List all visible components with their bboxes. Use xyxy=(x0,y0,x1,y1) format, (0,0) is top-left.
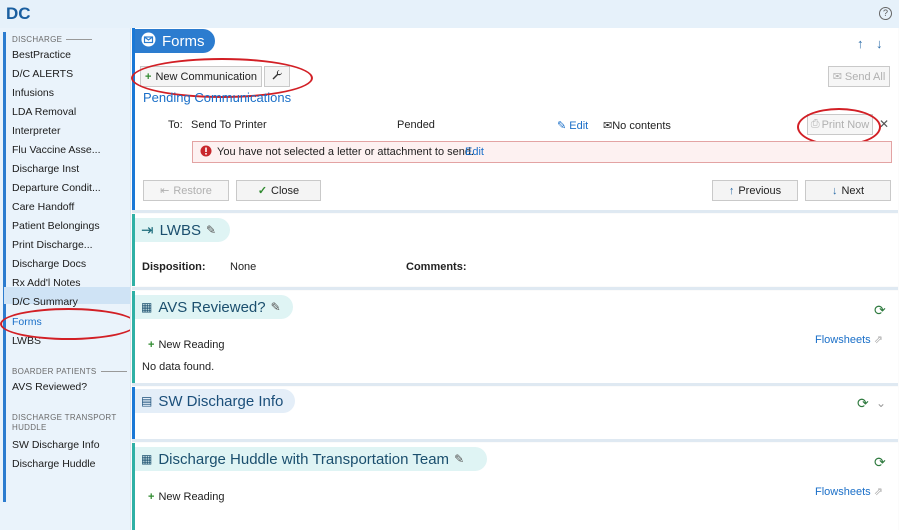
sidebar-group-transport: Discharge Transport Huddle xyxy=(12,413,117,432)
pencil-icon[interactable]: ✎ xyxy=(454,452,464,466)
error-icon xyxy=(200,145,212,160)
sidebar-item-dc-summary[interactable]: D/C Summary xyxy=(12,296,78,308)
flowsheet-icon: ▦ xyxy=(141,452,153,466)
comments-label: Comments: xyxy=(406,261,467,273)
sidebar-item-bestpractice[interactable]: BestPractice xyxy=(12,49,71,61)
external-link-icon: ⇗ xyxy=(873,486,883,498)
restore-icon: ⇤ xyxy=(160,185,170,197)
avs-header: ▦ AVS Reviewed? ✎ xyxy=(135,295,293,319)
refresh-icon[interactable]: ⟳ xyxy=(857,395,869,412)
next-button[interactable]: ↓ Next xyxy=(805,180,891,201)
top-bar xyxy=(0,0,899,28)
sidebar-item-discharge-inst[interactable]: Discharge Inst xyxy=(12,163,79,175)
sw-header: ▤ SW Discharge Info xyxy=(135,389,295,413)
huddle-title: Discharge Huddle with Transportation Tea… xyxy=(158,450,450,468)
form-icon: ▤ xyxy=(141,394,153,408)
pencil-icon[interactable]: ✎ xyxy=(271,300,281,314)
huddle-new-reading[interactable]: + New Reading xyxy=(148,491,224,503)
sidebar-item-print-discharge[interactable]: Print Discharge... xyxy=(12,239,93,251)
error-edit-link[interactable]: Edit xyxy=(465,146,484,158)
section-separator xyxy=(132,287,898,290)
collapse-icon[interactable]: ⌄ xyxy=(876,396,886,410)
sidebar-item-departure-condition[interactable]: Departure Condit... xyxy=(12,182,101,194)
sidebar-rail xyxy=(3,32,6,502)
flowsheet-icon: ▦ xyxy=(141,300,153,314)
send-icon: ✉ xyxy=(832,71,842,83)
avs-new-reading[interactable]: + New Reading xyxy=(148,339,224,351)
refresh-icon[interactable]: ⟳ xyxy=(874,454,886,471)
sidebar-item-care-handoff[interactable]: Care Handoff xyxy=(12,201,74,213)
communication-status: Pended xyxy=(397,119,435,131)
plus-icon: + xyxy=(148,339,155,351)
sidebar-item-lda-removal[interactable]: LDA Removal xyxy=(12,106,76,118)
annotation-oval-forms xyxy=(0,308,137,340)
envelope-icon xyxy=(141,32,156,51)
pencil-icon[interactable]: ✎ xyxy=(206,223,216,237)
huddle-flowsheets-link[interactable]: Flowsheets ⇗ xyxy=(815,485,883,498)
plus-icon: + xyxy=(148,491,155,503)
envelope-small-icon: ✉ xyxy=(603,120,613,132)
forms-title: Forms xyxy=(162,32,205,50)
sidebar-item-interpreter[interactable]: Interpreter xyxy=(12,125,60,137)
external-link-icon: ⇗ xyxy=(873,334,883,346)
sidebar-group-discharge: Discharge xyxy=(12,35,93,44)
help-icon[interactable]: ? xyxy=(879,7,892,20)
disposition-label: Disposition: xyxy=(142,261,206,273)
edit-link[interactable]: ✎ Edit xyxy=(557,119,588,132)
sidebar-item-sw-discharge-info[interactable]: SW Discharge Info xyxy=(12,439,100,451)
lwbs-title: LWBS xyxy=(159,221,201,239)
pencil-icon: ✎ xyxy=(557,120,567,132)
sidebar-item-discharge-docs[interactable]: Discharge Docs xyxy=(12,258,86,270)
section-separator xyxy=(132,210,898,213)
sidebar-item-dc-alerts[interactable]: D/C ALERTS xyxy=(12,68,73,80)
lwbs-section xyxy=(132,214,898,286)
lwbs-header: ⇥ LWBS ✎ xyxy=(135,218,230,242)
close-button[interactable]: ✓ Close xyxy=(236,180,321,201)
move-down-icon[interactable]: ↓ xyxy=(876,36,883,51)
move-up-icon[interactable]: ↑ xyxy=(857,36,864,51)
forms-header: Forms xyxy=(135,29,215,53)
avs-title: AVS Reviewed? xyxy=(158,298,266,316)
no-contents-label: ✉No contents xyxy=(603,120,671,132)
app-title: DC xyxy=(6,4,31,23)
previous-button[interactable]: ↑ Previous xyxy=(712,180,798,201)
exit-icon: ⇥ xyxy=(141,222,154,239)
to-label: To: xyxy=(168,119,183,131)
section-separator xyxy=(132,383,898,386)
sw-title: SW Discharge Info xyxy=(158,392,284,410)
sidebar-item-infusions[interactable]: Infusions xyxy=(12,87,54,99)
arrow-up-icon: ↑ xyxy=(728,184,735,197)
recipient-value: Send To Printer xyxy=(191,119,267,131)
sidebar-item-avs-reviewed[interactable]: AVS Reviewed? xyxy=(12,381,87,393)
pending-communications-header: Pending Communications xyxy=(143,90,292,105)
arrow-down-icon: ↓ xyxy=(831,184,838,197)
huddle-header: ▦ Discharge Huddle with Transportation T… xyxy=(135,447,487,471)
disposition-value: None xyxy=(230,261,257,273)
sidebar-group-boarder: Boarder Patients xyxy=(12,367,127,376)
sidebar-item-flu-vaccine[interactable]: Flu Vaccine Asse... xyxy=(12,144,101,156)
sidebar-item-patient-belongings[interactable]: Patient Belongings xyxy=(12,220,100,232)
sidebar-item-rx-notes[interactable]: Rx Add'l Notes xyxy=(12,277,81,289)
error-message: You have not selected a letter or attach… xyxy=(217,146,475,158)
send-all-button[interactable]: ✉ Send All xyxy=(828,66,890,87)
refresh-icon[interactable]: ⟳ xyxy=(874,302,886,319)
section-separator xyxy=(132,439,898,442)
checkmark-icon: ✓ xyxy=(257,185,268,197)
avs-flowsheets-link[interactable]: Flowsheets ⇗ xyxy=(815,333,883,346)
restore-button[interactable]: ⇤ Restore xyxy=(143,180,229,201)
no-data-message: No data found. xyxy=(142,361,215,373)
sidebar-item-discharge-huddle[interactable]: Discharge Huddle xyxy=(12,458,95,470)
